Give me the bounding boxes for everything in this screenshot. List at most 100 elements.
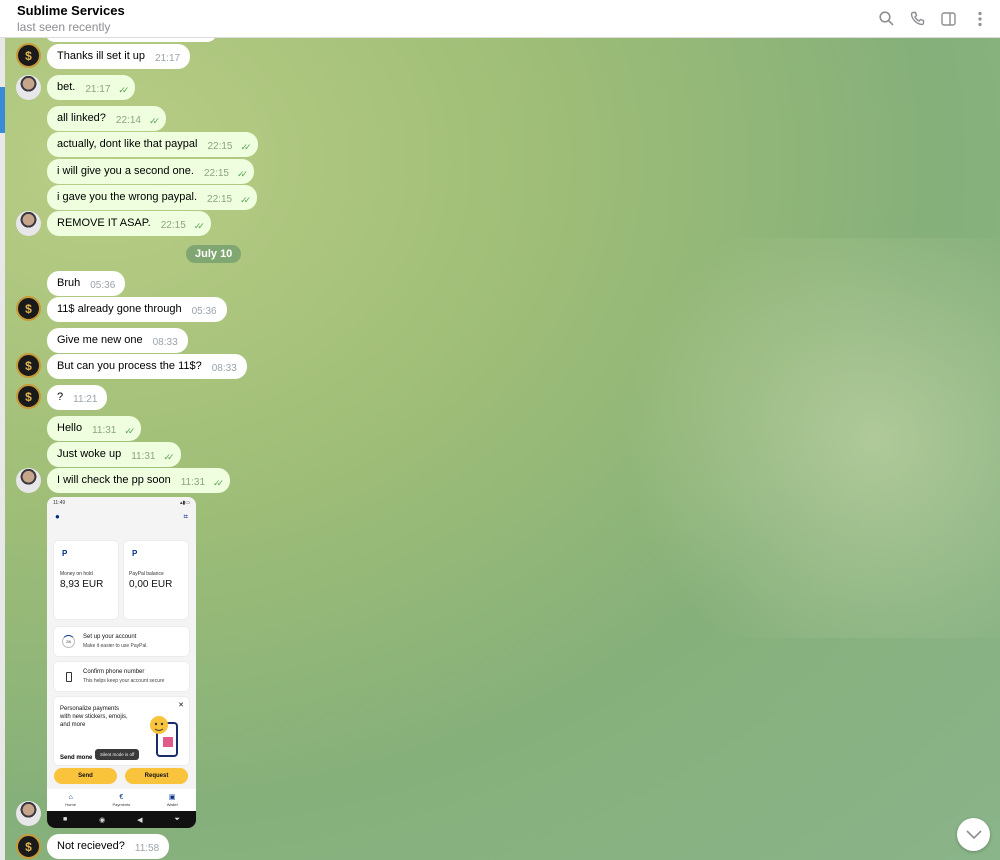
message-bubble[interactable]: Hello 11:31 ✓✓ (47, 416, 142, 441)
message-text: bet. (57, 81, 76, 93)
sidebar-toggle-icon[interactable] (938, 9, 959, 28)
home-circle-icon: ◉ (99, 816, 106, 824)
close-icon: ✕ (178, 702, 184, 709)
home-icon: ⌂ (68, 793, 73, 801)
read-checks-icon: ✓✓ (124, 426, 135, 436)
message-time: 11:31 (131, 451, 156, 462)
screenshot-top-icons: ● ⌗ (47, 509, 196, 527)
search-icon[interactable] (876, 9, 897, 28)
message-text: Just woke up (57, 448, 122, 460)
message-time: 11:21 (73, 394, 98, 405)
contact-avatar[interactable]: $ (16, 384, 41, 409)
message-bubble[interactable]: i will give you a second one. 22:15 ✓✓ (47, 159, 255, 184)
my-avatar[interactable] (16, 468, 41, 493)
screenshot-status-bar: 11:49 ▴▮▭ (47, 497, 196, 509)
message-text: i will give you a second one. (57, 165, 194, 177)
card-amount: 0,00 EUR (129, 579, 173, 590)
message-time: 22:14 (115, 115, 141, 126)
message-text: Bruh (57, 277, 81, 289)
wallet-icon: ▣ (168, 793, 176, 801)
chat-header: Sublime Services last seen recently (0, 0, 1000, 38)
my-avatar[interactable] (16, 211, 41, 236)
chat-status: last seen recently (17, 20, 111, 34)
message-text: Give me new one (57, 334, 143, 346)
payments-icon: € (119, 793, 124, 801)
my-avatar[interactable] (16, 75, 41, 100)
message-bubble[interactable]: all linked? 22:14 ✓✓ (47, 106, 167, 131)
message-bubble[interactable]: I will check the pp soon 11:31 ✓✓ (47, 468, 231, 493)
request-button: Request (125, 768, 188, 784)
message-text: I will check the pp soon (57, 474, 171, 486)
profile-icon: ● (55, 512, 60, 521)
message-text: Hello (57, 422, 83, 434)
photo-message-paypal-screenshot[interactable]: 11:49 ▴▮▭ ● ⌗ P Money on hold 8,93 EUR P… (47, 497, 196, 828)
message-bubble[interactable]: Not recieved? 11:58 (47, 834, 170, 859)
chat-title[interactable]: Sublime Services (17, 3, 125, 18)
read-checks-icon: ✓✓ (193, 221, 205, 231)
message-bubble[interactable]: 11$ already gone through 05:36 (47, 297, 227, 322)
back-icon: ◀ (137, 816, 143, 824)
message-bubble[interactable]: Just woke up 11:31 ✓✓ (47, 442, 181, 467)
read-checks-icon: ✓✓ (148, 116, 160, 126)
read-checks-icon: ✓✓ (213, 478, 224, 488)
message-bubble[interactable]: bet. 21:17 ✓✓ (47, 75, 136, 100)
confirm-title: Confirm phone number (83, 669, 145, 675)
paypal-logo-icon: P (62, 549, 68, 558)
phone-icon[interactable] (907, 9, 928, 28)
message-time: 11:31 (180, 477, 206, 488)
message-time: 08:33 (211, 363, 237, 374)
money-on-hold-card: P Money on hold 8,93 EUR (54, 541, 118, 619)
dialog-list-edge (0, 38, 5, 860)
message-time: 21:17 (155, 53, 181, 64)
message-bubble[interactable]: ? 11:21 (47, 385, 108, 410)
message-bubble[interactable]: Bruh 05:36 (47, 271, 126, 296)
keyboard-down-icon: ⏷ (174, 815, 181, 823)
nav-label: Payments (112, 801, 131, 807)
sticker-phone-icon (150, 716, 178, 757)
contact-avatar[interactable]: $ (16, 43, 41, 68)
message-text: REMOVE IT ASAP. (57, 217, 151, 229)
screenshot-bottom-nav: ⌂ Home € Payments ▣ Wallet (47, 789, 196, 811)
phone-icon (66, 672, 72, 682)
read-checks-icon: ✓✓ (163, 452, 175, 462)
chevron-down-icon (965, 829, 982, 839)
qr-scan-icon: ⌗ (183, 512, 188, 521)
message-bubble[interactable]: REMOVE IT ASAP. 22:15 ✓✓ (47, 211, 211, 236)
contact-avatar[interactable]: $ (16, 353, 41, 378)
scroll-down-button[interactable] (957, 818, 990, 851)
message-time: 05:36 (90, 280, 116, 291)
message-text: But can you process the 11$? (57, 360, 202, 372)
message-text: Thanks ill set it up (57, 50, 146, 62)
nav-home: ⌂ Home (65, 794, 76, 807)
active-dialog-indicator (0, 87, 5, 133)
my-avatar[interactable] (16, 801, 41, 826)
send-button: Send (54, 768, 117, 784)
nav-label: Home (65, 801, 76, 807)
message-text: Not recieved? (57, 840, 125, 852)
setup-progress-ring: 2/6 (62, 635, 75, 648)
contact-avatar[interactable]: $ (16, 834, 41, 859)
message-time: 22:15 (207, 194, 233, 205)
message-time: 22:15 (203, 168, 229, 179)
setup-account-card: 2/6 Set up your account Make it easier t… (54, 627, 189, 656)
message-bubble[interactable]: Give me new one 08:33 (47, 328, 188, 353)
promo-cut-text: Send mone (60, 755, 93, 761)
nav-wallet: ▣ Wallet (167, 794, 178, 807)
message-bubble[interactable]: Thanks ill set it up 21:17 (47, 44, 191, 69)
promo-text: Personalize payments with new stickers, … (60, 706, 128, 728)
android-system-bar: ■ ◉ ◀ ⏷ (47, 811, 196, 828)
message-text: all linked? (57, 112, 106, 124)
paypal-balance-card: P PayPal balance 0,00 EUR (124, 541, 188, 619)
message-text: actually, dont like that paypal (57, 138, 198, 150)
more-vertical-icon[interactable] (969, 9, 990, 28)
message-bubble[interactable]: actually, dont like that paypal 22:15 ✓✓ (47, 132, 258, 157)
message-time: 08:33 (152, 337, 178, 348)
contact-avatar[interactable]: $ (16, 296, 41, 321)
nav-label: Wallet (166, 801, 178, 807)
message-time: 11:58 (134, 843, 160, 854)
card-label: Money on hold (60, 571, 93, 577)
confirm-subtitle: This helps keep your account secure (83, 678, 165, 684)
message-bubble[interactable]: But can you process the 11$? 08:33 (47, 354, 247, 379)
read-checks-icon: ✓✓ (240, 195, 251, 205)
message-bubble[interactable]: i gave you the wrong paypal. 22:15 ✓✓ (47, 185, 258, 210)
